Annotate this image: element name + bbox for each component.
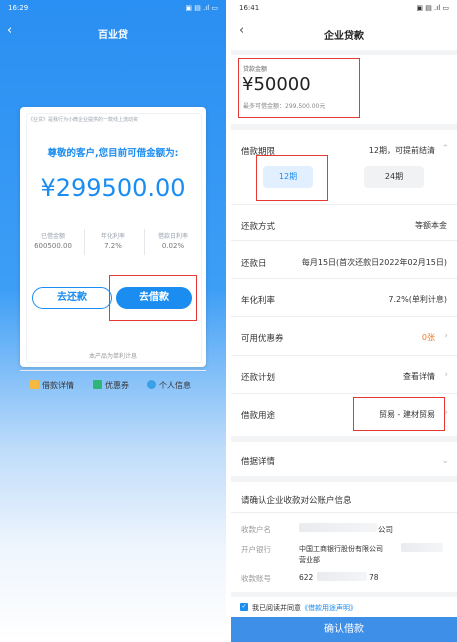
section-gap [231, 476, 457, 482]
max-amount-hint: 最多可借金额：299,500.00元 [243, 103, 326, 110]
section-gap [231, 50, 457, 55]
account-section-title: 请确认企业收款对公账户信息 [241, 496, 352, 506]
footer-note: 本产品为单利计息 [88, 353, 137, 360]
divider [231, 278, 457, 279]
status-icons: ▣ ▤ .ıl ▭ [416, 4, 449, 12]
repay-method-value: 等额本金 [415, 221, 447, 230]
chevron-right-icon[interactable]: › [444, 370, 448, 380]
right-screen: 16:41 ▣ ▤ .ıl ▭ ‹ 企业贷款 贷款金额 ¥50000 最多可借金… [231, 0, 457, 642]
section-gap [231, 592, 457, 597]
stat-label: 已借金额 [40, 233, 65, 240]
term-highlight-box [256, 155, 328, 201]
divider [231, 240, 457, 241]
tab-label: 借款详情 [42, 381, 74, 390]
tab-label: 优惠券 [105, 381, 129, 390]
plan-value[interactable]: 查看详情 [403, 371, 435, 382]
agreement-link[interactable]: 《借款用途声明》 [301, 604, 357, 612]
divider [20, 370, 206, 371]
account-name-value: 公司 [378, 525, 393, 534]
page-title: 百业贷 [98, 30, 128, 41]
stat-value: 600500.00 [34, 242, 72, 250]
term-value: 12期，可提前结清 [368, 146, 435, 155]
repay-button[interactable]: 去还款 [32, 287, 112, 309]
highlight-box [109, 275, 197, 321]
repay-day-value: 每月15日(首次还款日2022年02月15日) [301, 258, 447, 267]
agree-checkbox[interactable]: ✓ [240, 603, 248, 611]
detail-label: 借据详情 [241, 457, 276, 467]
status-time: 16:41 [239, 4, 260, 12]
coupon-label: 可用优惠券 [241, 334, 284, 344]
section-gap [231, 436, 457, 442]
document-icon [30, 380, 39, 389]
bank-branch: 营业部 [299, 556, 320, 564]
divider [231, 393, 457, 394]
stat-value: 0.02% [161, 242, 185, 250]
stat-label: 年化利率 [100, 233, 125, 240]
tab-personal-info[interactable]: 个人信息 [147, 380, 191, 391]
term-option-24[interactable]: 24期 [364, 166, 424, 188]
account-number-prefix: 622 [299, 573, 314, 582]
purpose-highlight-box [353, 397, 445, 431]
tab-loan-details[interactable]: 借款详情 [30, 380, 74, 391]
agree-text: 我已阅读并同意《借款用途声明》 [252, 603, 357, 613]
purpose-label: 借款用途 [241, 411, 276, 421]
credit-card: 《业贷》是我行为小微企业提供的一款线上流动资 尊敬的客户,您目前可借金额为: ¥… [20, 107, 206, 367]
bank-label: 开户银行 [241, 545, 271, 554]
tab-coupons[interactable]: 优惠券 [93, 380, 129, 391]
person-icon [147, 380, 156, 389]
chevron-down-icon[interactable]: ⌄ [441, 456, 449, 466]
chevron-right-icon[interactable]: › [444, 331, 448, 341]
chevron-up-icon[interactable]: ⌃ [441, 144, 449, 154]
confirm-loan-button[interactable]: 确认借款 [231, 617, 457, 642]
rate-value: 7.2%(单利计息) [388, 295, 447, 304]
status-time: 16:29 [8, 4, 29, 12]
stat-value: 7.2% [104, 242, 122, 250]
redacted-text [317, 572, 367, 581]
available-amount-title: 尊敬的客户,您目前可借金额为: [47, 148, 179, 159]
repay-method-label: 还款方式 [241, 222, 276, 232]
agree-prefix: 我已阅读并同意 [252, 604, 301, 612]
product-note: 《业贷》是我行为小微企业提供的一款线上流动资 [28, 117, 139, 123]
tab-label: 个人信息 [159, 381, 191, 390]
account-number-label: 收款账号 [241, 574, 271, 583]
rate-label: 年化利率 [241, 296, 276, 306]
divider [231, 316, 457, 317]
account-name-label: 收款户名 [241, 525, 271, 534]
loan-amount-label: 贷款金额 [243, 66, 268, 73]
divider [231, 512, 457, 513]
coupon-value[interactable]: 0张 [422, 332, 435, 343]
divider [231, 355, 457, 356]
divider [231, 204, 457, 205]
coupon-icon [93, 380, 102, 389]
account-number-suffix: 78 [369, 573, 379, 582]
repay-day-label: 还款日 [241, 259, 267, 269]
section-gap [231, 124, 457, 130]
bank-value: 中国工商银行股份有限公司 [299, 545, 383, 553]
left-screen: 16:29 ▣ ▤ .ıl ▭ ‹ 百业贷 《业贷》是我行为小微企业提供的一款线… [0, 0, 226, 642]
redacted-text [299, 523, 377, 532]
page-title: 企业贷款 [324, 31, 364, 42]
loan-amount-input[interactable]: ¥50000 [242, 74, 311, 95]
status-icons: ▣ ▤ .ıl ▭ [185, 4, 218, 12]
redacted-text [401, 543, 443, 552]
plan-label: 还款计划 [241, 373, 276, 383]
stat-label: 借款日利率 [157, 233, 188, 240]
available-amount: ¥299500.00 [40, 174, 186, 202]
